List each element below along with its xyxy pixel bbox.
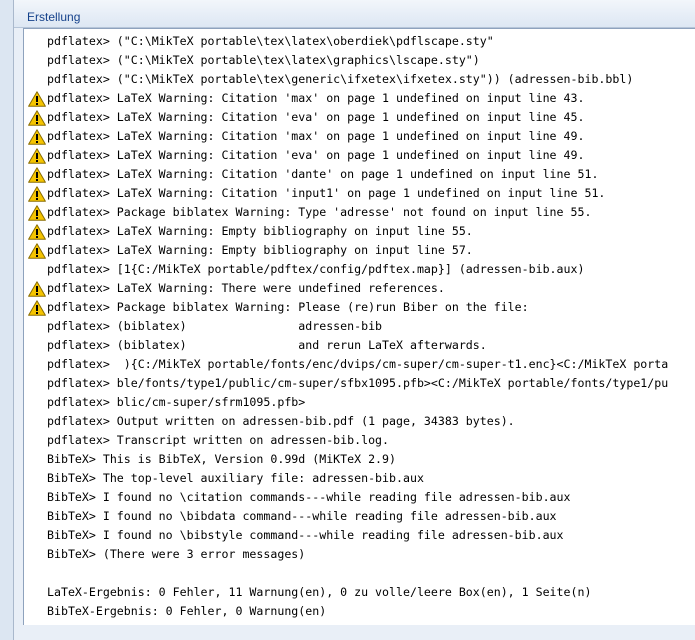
log-line: pdflatex> ("C:\MikTeX portable\tex\gener… xyxy=(24,70,695,89)
log-line-text: pdflatex> LaTeX Warning: Citation 'eva' … xyxy=(47,148,585,162)
log-line-text: pdflatex> Transcript written on adressen… xyxy=(47,433,390,447)
log-line-text: pdflatex> ("C:\MikTeX portable\tex\latex… xyxy=(47,53,480,67)
log-line-text: pdflatex> LaTeX Warning: Citation 'max' … xyxy=(47,91,585,105)
log-line: BibTeX> I found no \bibstyle command---w… xyxy=(24,526,695,545)
warning-icon xyxy=(28,300,46,316)
log-line-text: pdflatex> ("C:\MikTeX portable\tex\latex… xyxy=(47,34,494,48)
log-line-text: pdflatex> LaTeX Warning: Empty bibliogra… xyxy=(47,243,473,257)
log-line: pdflatex> Transcript written on adressen… xyxy=(24,431,695,450)
log-line-warning: pdflatex> Package biblatex Warning: Type… xyxy=(24,203,695,222)
log-line-text: pdflatex> Package biblatex Warning: Type… xyxy=(47,205,592,219)
log-line-text: BibTeX-Ergebnis: 0 Fehler, 0 Warnung(en) xyxy=(47,604,327,618)
log-line: pdflatex> ("C:\MikTeX portable\tex\latex… xyxy=(24,51,695,70)
log-line: pdflatex> blic/cm-super/sfrm1095.pfb> xyxy=(24,393,695,412)
log-line: pdflatex> [1{C:/MikTeX portable/pdftex/c… xyxy=(24,260,695,279)
warning-icon xyxy=(28,243,46,259)
warning-icon xyxy=(28,205,46,221)
build-output-panel: Erstellung pdflatex> ("C:\MikTeX portabl… xyxy=(13,0,695,640)
log-line-text: pdflatex> LaTeX Warning: Citation 'eva' … xyxy=(47,110,585,124)
log-line-text: BibTeX> The top-level auxiliary file: ad… xyxy=(47,471,424,485)
log-line: BibTeX> The top-level auxiliary file: ad… xyxy=(24,469,695,488)
log-line-text: pdflatex> LaTeX Warning: Citation 'input… xyxy=(47,186,606,200)
panel-title: Erstellung xyxy=(27,10,81,24)
log-line: BibTeX> I found no \citation commands---… xyxy=(24,488,695,507)
warning-icon xyxy=(28,167,46,183)
log-line-text: pdflatex> (biblatex) and rerun LaTeX aft… xyxy=(47,338,487,352)
warning-icon xyxy=(28,91,46,107)
log-line-text: BibTeX> (There were 3 error messages) xyxy=(47,547,306,561)
warning-icon xyxy=(28,186,46,202)
warning-icon xyxy=(28,224,46,240)
warning-icon xyxy=(28,129,46,145)
panel-border xyxy=(13,0,14,640)
log-line-text: pdflatex> Output written on adressen-bib… xyxy=(47,414,515,428)
log-line-warning: pdflatex> LaTeX Warning: Empty bibliogra… xyxy=(24,241,695,260)
log-line-text: BibTeX> I found no \bibdata command---wh… xyxy=(47,509,557,523)
log-line: pdflatex> (biblatex) and rerun LaTeX aft… xyxy=(24,336,695,355)
warning-icon xyxy=(28,110,46,126)
warning-icon xyxy=(28,281,46,297)
log-line-text: pdflatex> LaTeX Warning: There were unde… xyxy=(47,281,445,295)
log-lines: pdflatex> ("C:\MikTeX portable\tex\latex… xyxy=(24,32,695,621)
log-line: BibTeX> I found no \bibdata command---wh… xyxy=(24,507,695,526)
log-line-warning: pdflatex> LaTeX Warning: Citation 'max' … xyxy=(24,127,695,146)
log-line-text: pdflatex> [1{C:/MikTeX portable/pdftex/c… xyxy=(47,262,585,276)
log-line-text: pdflatex> Package biblatex Warning: Plea… xyxy=(47,300,529,314)
log-line-text: pdflatex> ble/fonts/type1/public/cm-supe… xyxy=(47,376,669,390)
log-line-warning: pdflatex> LaTeX Warning: Citation 'dante… xyxy=(24,165,695,184)
panel-footer xyxy=(23,625,695,640)
log-line-text: pdflatex> ("C:\MikTeX portable\tex\gener… xyxy=(47,72,634,86)
log-line: BibTeX> (There were 3 error messages) xyxy=(24,545,695,564)
warning-icon xyxy=(28,148,46,164)
log-line: pdflatex> ){C:/MikTeX portable/fonts/enc… xyxy=(24,355,695,374)
log-line: pdflatex> ble/fonts/type1/public/cm-supe… xyxy=(24,374,695,393)
log-line-warning: pdflatex> LaTeX Warning: Empty bibliogra… xyxy=(24,222,695,241)
log-line: pdflatex> ("C:\MikTeX portable\tex\latex… xyxy=(24,32,695,51)
log-line: BibTeX> This is BibTeX, Version 0.99d (M… xyxy=(24,450,695,469)
log-line-text: BibTeX> I found no \bibstyle command---w… xyxy=(47,528,564,542)
log-line-text: pdflatex> blic/cm-super/sfrm1095.pfb> xyxy=(47,395,306,409)
log-line-text: pdflatex> LaTeX Warning: Citation 'dante… xyxy=(47,167,599,181)
log-line-text: pdflatex> LaTeX Warning: Citation 'max' … xyxy=(47,129,585,143)
log-line-text: BibTeX> I found no \citation commands---… xyxy=(47,490,571,504)
left-dock-edge xyxy=(0,0,13,640)
log-line-warning: pdflatex> LaTeX Warning: Citation 'input… xyxy=(24,184,695,203)
log-line: pdflatex> Output written on adressen-bib… xyxy=(24,412,695,431)
log-line-text: pdflatex> LaTeX Warning: Empty bibliogra… xyxy=(47,224,473,238)
log-line-warning: pdflatex> LaTeX Warning: Citation 'eva' … xyxy=(24,146,695,165)
log-line-text: LaTeX-Ergebnis: 0 Fehler, 11 Warnung(en)… xyxy=(47,585,592,599)
log-line-warning: pdflatex> LaTeX Warning: There were unde… xyxy=(24,279,695,298)
log-line-warning: pdflatex> Package biblatex Warning: Plea… xyxy=(24,298,695,317)
log-line: LaTeX-Ergebnis: 0 Fehler, 11 Warnung(en)… xyxy=(24,583,695,602)
panel-header[interactable]: Erstellung xyxy=(14,0,695,28)
log-line-warning: pdflatex> LaTeX Warning: Citation 'max' … xyxy=(24,89,695,108)
log-line-text: pdflatex> ){C:/MikTeX portable/fonts/enc… xyxy=(47,357,669,371)
build-log[interactable]: pdflatex> ("C:\MikTeX portable\tex\latex… xyxy=(23,28,695,626)
log-line-text: pdflatex> (biblatex) adressen-bib xyxy=(47,319,383,333)
log-line-text: BibTeX> This is BibTeX, Version 0.99d (M… xyxy=(47,452,397,466)
log-line-warning: pdflatex> LaTeX Warning: Citation 'eva' … xyxy=(24,108,695,127)
log-line: pdflatex> (biblatex) adressen-bib xyxy=(24,317,695,336)
log-line: BibTeX-Ergebnis: 0 Fehler, 0 Warnung(en) xyxy=(24,602,695,621)
